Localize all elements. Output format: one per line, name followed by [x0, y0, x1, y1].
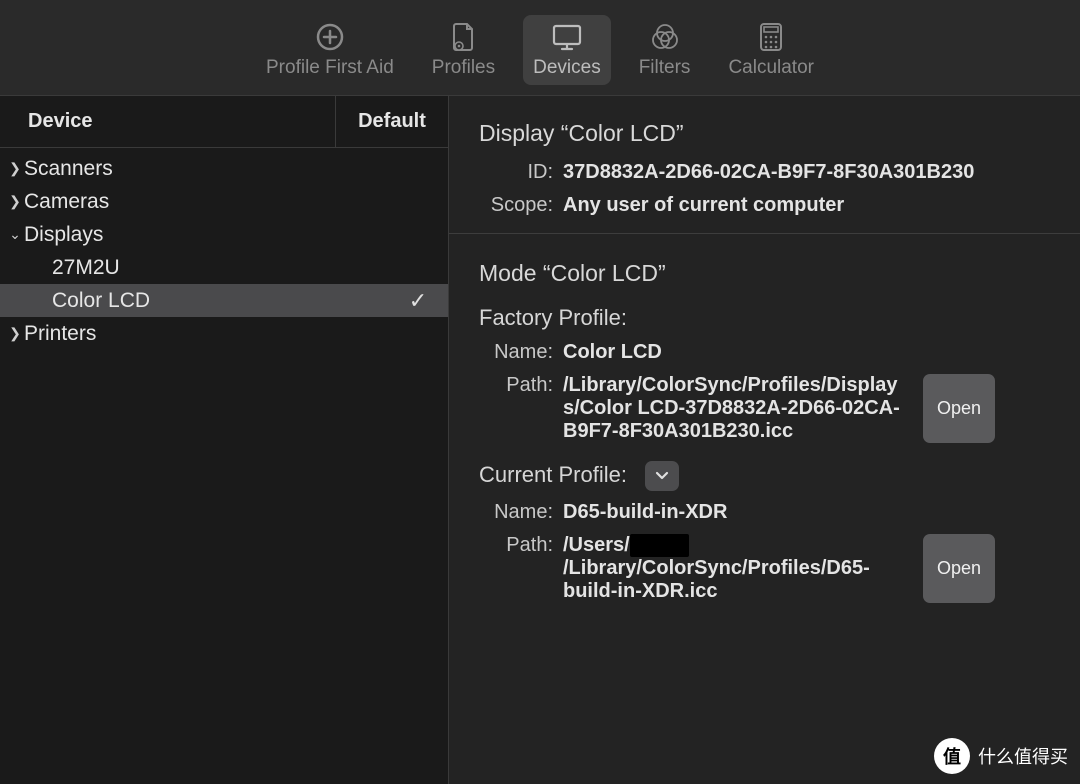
- main-split: Device Default ❯ Scanners ❯ Cameras ⌄ Di…: [0, 96, 1080, 784]
- current-name-value: D65-build-in-XDR: [563, 501, 1054, 524]
- watermark-badge: 值: [934, 738, 970, 774]
- sidebar: Device Default ❯ Scanners ❯ Cameras ⌄ Di…: [0, 96, 449, 784]
- watermark: 值 什么值得买: [934, 738, 1068, 774]
- tool-profiles[interactable]: Profiles: [422, 15, 505, 85]
- path-label: Path:: [479, 374, 563, 443]
- sidebar-header: Device Default: [0, 96, 448, 148]
- tool-label: Profile First Aid: [266, 57, 394, 79]
- tree-item-color-lcd[interactable]: Color LCD ✓: [0, 284, 448, 317]
- chevron-down-icon: ⌄: [6, 226, 24, 243]
- tree-item-printers[interactable]: ❯ Printers: [0, 317, 448, 350]
- tree-item-cameras[interactable]: ❯ Cameras: [0, 185, 448, 218]
- tool-label: Filters: [639, 57, 691, 79]
- display-icon: [551, 21, 583, 53]
- tool-filters[interactable]: Filters: [629, 15, 701, 85]
- open-current-button[interactable]: Open: [923, 534, 995, 603]
- current-profile-dropdown[interactable]: [645, 461, 679, 491]
- factory-name-value: Color LCD: [563, 341, 1054, 364]
- current-path-value: /Users/xxxxx/Library/ColorSync/Profiles/…: [563, 534, 903, 603]
- id-value: 37D8832A-2D66-02CA-B9F7-8F30A301B230: [563, 161, 1054, 184]
- tool-label: Devices: [533, 57, 601, 79]
- factory-path-value: /Library/ColorSync/Profiles/Displays/Col…: [563, 374, 903, 443]
- redacted-username: xxxxx: [630, 534, 690, 557]
- tree-item-27m2u[interactable]: 27M2U: [0, 251, 448, 284]
- venn-icon: [649, 21, 681, 53]
- tool-profile-first-aid[interactable]: Profile First Aid: [256, 15, 404, 85]
- detail-pane: Display “Color LCD” ID: 37D8832A-2D66-02…: [449, 96, 1080, 784]
- device-tree: ❯ Scanners ❯ Cameras ⌄ Displays 27M2U Co…: [0, 148, 448, 350]
- tool-label: Profiles: [432, 57, 495, 79]
- tool-devices[interactable]: Devices: [523, 15, 611, 85]
- name-label: Name:: [479, 341, 563, 364]
- column-header-default[interactable]: Default: [336, 110, 448, 133]
- tree-item-scanners[interactable]: ❯ Scanners: [0, 152, 448, 185]
- chevron-right-icon: ❯: [6, 160, 24, 177]
- tool-label: Calculator: [728, 57, 814, 79]
- tool-calculator[interactable]: Calculator: [718, 15, 824, 85]
- scope-value: Any user of current computer: [563, 194, 1054, 217]
- column-header-device[interactable]: Device: [0, 96, 336, 147]
- tree-item-displays[interactable]: ⌄ Displays: [0, 218, 448, 251]
- chevron-right-icon: ❯: [6, 325, 24, 342]
- factory-profile-heading: Factory Profile:: [479, 305, 1054, 331]
- checkmark-icon: ✓: [388, 288, 448, 314]
- open-factory-button[interactable]: Open: [923, 374, 995, 443]
- chevron-right-icon: ❯: [6, 193, 24, 210]
- current-profile-label: Current Profile:: [479, 462, 627, 487]
- name-label: Name:: [479, 501, 563, 524]
- document-gear-icon: [447, 21, 479, 53]
- watermark-text: 什么值得买: [978, 743, 1068, 769]
- id-label: ID:: [479, 161, 563, 184]
- chevron-down-icon: [655, 471, 669, 481]
- plus-circle-icon: [314, 21, 346, 53]
- path-label: Path:: [479, 534, 563, 603]
- display-heading: Display “Color LCD”: [479, 120, 1054, 147]
- mode-heading: Mode “Color LCD”: [479, 260, 1054, 287]
- toolbar: Profile First Aid Profiles Devices Filte…: [0, 0, 1080, 96]
- current-profile-heading: Current Profile:: [479, 461, 1054, 491]
- calculator-icon: [755, 21, 787, 53]
- divider: [449, 233, 1080, 234]
- scope-label: Scope:: [479, 194, 563, 217]
